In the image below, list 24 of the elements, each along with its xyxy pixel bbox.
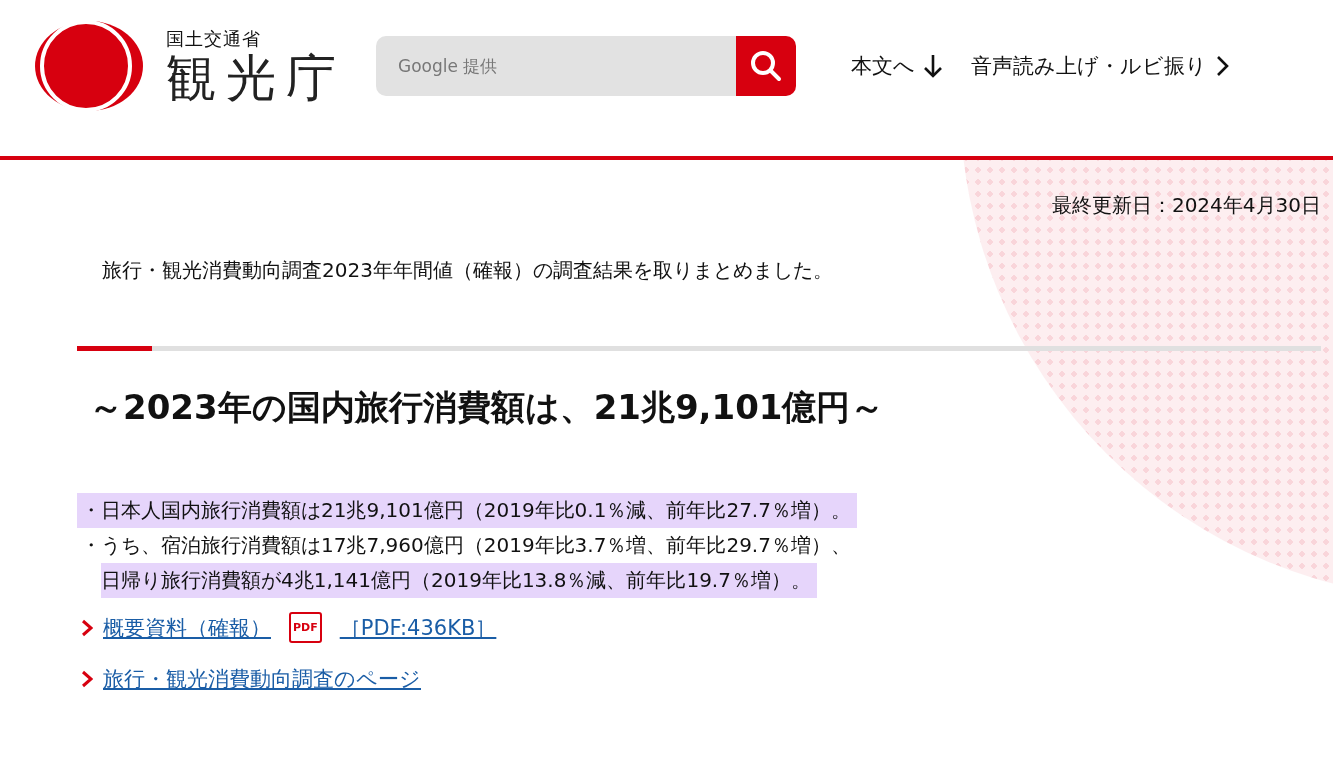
bullet-text: 日本人国内旅行消費額は21兆9,101億円（2019年比0.1％減、前年比27.7％増）。 [101, 493, 857, 528]
file-size-link[interactable]: ［PDF:436KB］ [339, 613, 497, 642]
agency-name: 観光庁 [166, 50, 346, 106]
search-field[interactable]: Google 提供 [376, 36, 736, 96]
search-icon [748, 48, 784, 84]
bullet-text: うち、宿泊旅行消費額は17兆7,960億円（2019年比3.7％増、前年比29.7％増）、 [101, 532, 852, 559]
chevron-right-icon [1215, 55, 1229, 77]
ministry-name: 国土交通省 [166, 26, 262, 51]
page-heading: ～2023年の国内旅行消費額は、21兆9,101億円～ [89, 386, 886, 429]
chevron-right-icon [81, 618, 93, 637]
document-link[interactable]: 旅行・観光消費動向調査のページ [103, 665, 421, 693]
last-updated-date: 最終更新日：2024年4月30日 [1050, 192, 1321, 219]
nav-link[interactable]: 本文へ [851, 52, 943, 80]
nav-link[interactable]: 音声読み上げ・ルビ振り [971, 52, 1229, 80]
bullet-marker: ・ [77, 493, 101, 528]
bullet-text: 日帰り旅行消費額が4兆1,141億円（2019年比13.8％減、前年比19.7％増）。 [101, 563, 817, 598]
chevron-right-icon [81, 670, 93, 688]
logo-icon [34, 20, 144, 112]
down-arrow-icon [923, 53, 943, 79]
intro-text: 旅行・観光消費動向調査2023年年間値（確報）の調査結果を取りまとめました。 [102, 257, 834, 284]
search-button[interactable] [736, 36, 796, 96]
document-link[interactable]: 概要資料（確報） [103, 613, 271, 642]
pdf-icon: PDF [289, 612, 322, 643]
bullet-marker: ・ [80, 532, 101, 559]
